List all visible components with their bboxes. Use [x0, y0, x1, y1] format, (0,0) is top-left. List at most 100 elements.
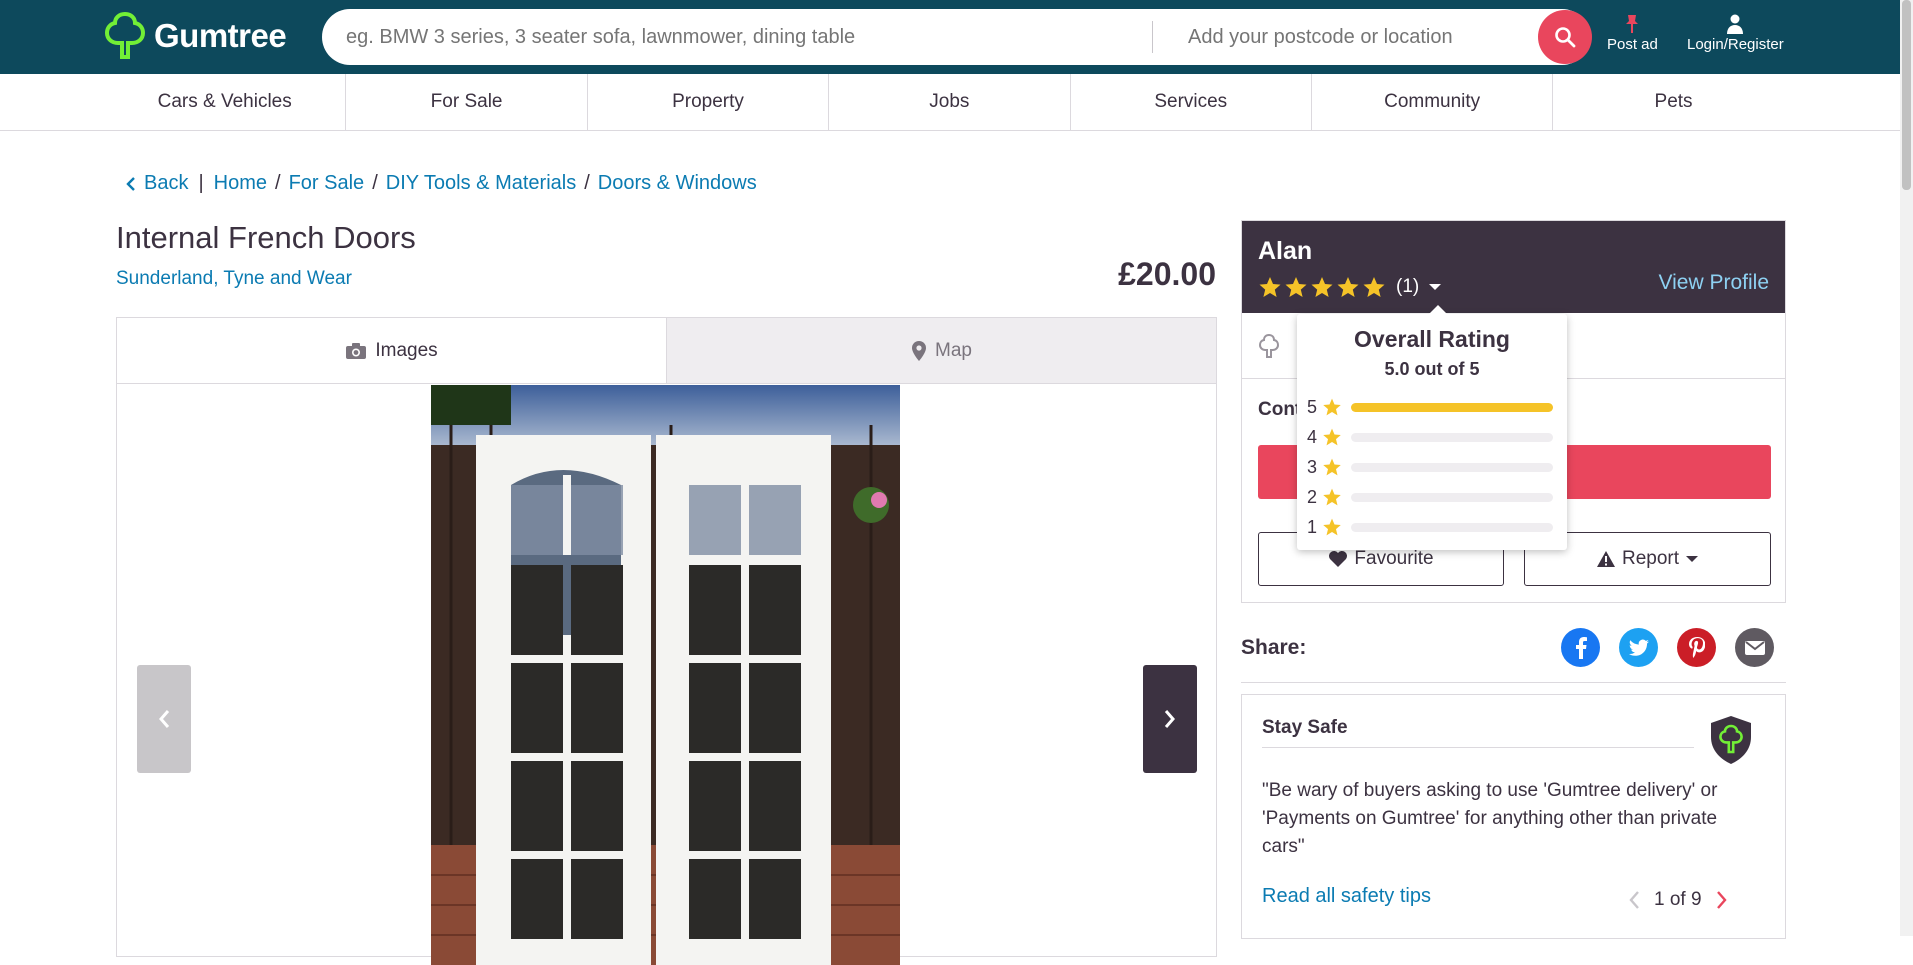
rating-row-stars: 2 [1307, 486, 1318, 507]
chevron-right-icon[interactable] [1716, 890, 1728, 910]
rating-row-stars: 4 [1307, 426, 1318, 447]
report-label: Report [1621, 548, 1680, 569]
french-doors-image [431, 385, 900, 965]
star-icon [1323, 428, 1341, 446]
favourite-label: Favourite [1354, 548, 1434, 569]
star-icon [1323, 398, 1341, 416]
nav-item-property[interactable]: Property [586, 74, 828, 130]
tips-pager: 1 of 9 [1628, 889, 1728, 911]
share-divider [1241, 682, 1786, 683]
seller-name: Alan [1258, 237, 1313, 265]
breadcrumb: Back | Home / For Sale / DIY Tools & Mat… [126, 172, 757, 195]
seller-rating[interactable]: (1) [1258, 275, 1443, 299]
listing-price: £20.00 [1118, 256, 1216, 292]
caret-down-icon [1686, 556, 1699, 562]
nav-item-jobs[interactable]: Jobs [828, 74, 1069, 130]
location-input[interactable] [1186, 9, 1486, 65]
nav-item-cars-vehicles[interactable]: Cars & Vehicles [104, 74, 345, 130]
tab-map[interactable]: Map [666, 318, 1216, 383]
stay-safe-panel: Stay Safe "Be wary of buyers asking to u… [1241, 694, 1786, 939]
back-label: Back [144, 172, 189, 194]
gumtree-logo[interactable]: Gumtree [104, 10, 287, 62]
rating-popover: Overall Rating 5.0 out of 5 5 4 3 2 1 [1297, 305, 1567, 550]
listing-location[interactable]: Sunderland, Tyne and Wear [116, 268, 352, 290]
chevron-left-icon [159, 710, 170, 728]
email-icon [1744, 640, 1765, 655]
tab-images[interactable]: Images [117, 318, 666, 383]
breadcrumb-diy-tools[interactable]: DIY Tools & Materials [386, 172, 576, 195]
post-ad-label: Post ad [1607, 36, 1658, 53]
page-scrollbar[interactable] [1900, 0, 1913, 936]
pin-icon [1626, 15, 1639, 33]
user-icon [1727, 14, 1744, 34]
safety-tips-link[interactable]: Read all safety tips [1262, 885, 1431, 908]
breadcrumb-home[interactable]: Home [214, 172, 267, 195]
top-header: Gumtree Post ad Login/Register [0, 0, 1900, 74]
caret-down-icon [1429, 284, 1442, 290]
image-gallery: Images Map [116, 317, 1217, 965]
breadcrumb-doors-windows[interactable]: Doors & Windows [598, 172, 757, 195]
rating-row: 4 [1307, 422, 1557, 452]
pinterest-share-button[interactable] [1677, 628, 1716, 667]
warning-icon [1596, 551, 1615, 567]
chevron-left-icon[interactable] [1628, 890, 1640, 910]
nav-item-services[interactable]: Services [1069, 74, 1311, 130]
listing-photo[interactable] [431, 385, 900, 965]
star-icon [1363, 277, 1385, 297]
tab-images-label: Images [375, 339, 438, 361]
twitter-share-button[interactable] [1619, 628, 1658, 667]
rating-count: (1) [1396, 276, 1420, 297]
rating-row: 1 [1307, 512, 1557, 542]
breadcrumb-separator: / [372, 172, 378, 194]
nav-item-for-sale[interactable]: For Sale [345, 74, 586, 130]
breadcrumb-bar: | [198, 172, 204, 194]
logo-text: Gumtree [154, 17, 287, 54]
stay-safe-tip: "Be wary of buyers asking to use 'Gumtre… [1262, 780, 1718, 857]
contact-label: Cont [1258, 399, 1302, 420]
star-icon [1285, 277, 1307, 297]
tree-logo-icon [104, 11, 146, 59]
stay-safe-rule [1262, 747, 1694, 748]
stay-safe-title: Stay Safe [1262, 717, 1348, 738]
star-icon [1323, 488, 1341, 506]
star-icon [1259, 277, 1281, 297]
star-icon [1323, 518, 1341, 536]
star-icon [1311, 277, 1333, 297]
post-ad-button[interactable]: Post ad [1607, 14, 1658, 53]
rating-row-stars: 5 [1307, 396, 1318, 417]
search-button[interactable] [1538, 10, 1592, 64]
back-link[interactable]: Back [126, 172, 188, 195]
nav-item-community[interactable]: Community [1310, 74, 1552, 130]
rating-bar-fill [1351, 402, 1553, 412]
login-register-button[interactable]: Login/Register [1687, 14, 1784, 53]
prev-image-button[interactable] [137, 665, 191, 773]
chevron-left-icon [126, 176, 135, 191]
scrollbar-thumb[interactable] [1902, 0, 1911, 190]
facebook-icon [1575, 636, 1587, 659]
view-profile-link[interactable]: View Profile [1659, 271, 1770, 295]
rating-row: 5 [1307, 392, 1557, 422]
rating-breakdown: 5 4 3 2 1 [1307, 392, 1557, 542]
facebook-share-button[interactable] [1561, 628, 1600, 667]
star-icon [1323, 458, 1341, 476]
gallery-tabs: Images Map [117, 318, 1216, 384]
next-image-button[interactable] [1143, 665, 1197, 773]
search-divider [1152, 21, 1153, 53]
listing-title: Internal French Doors [116, 220, 416, 255]
search-input[interactable] [344, 9, 1164, 65]
chevron-right-icon [1164, 710, 1175, 728]
popover-subtitle: 5.0 out of 5 [1384, 359, 1480, 379]
rating-bar [1351, 492, 1553, 502]
breadcrumb-separator: / [275, 172, 281, 194]
rating-row-stars: 1 [1307, 516, 1318, 537]
email-share-button[interactable] [1735, 628, 1774, 667]
nav-item-pets[interactable]: Pets [1552, 74, 1793, 130]
tab-map-label: Map [935, 339, 972, 361]
category-nav: Cars & Vehicles For Sale Property Jobs S… [0, 74, 1900, 131]
breadcrumb-for-sale[interactable]: For Sale [289, 172, 365, 195]
pinterest-icon [1688, 636, 1705, 658]
star-icon [1337, 277, 1359, 297]
search-bar [322, 9, 1592, 65]
tree-icon [1258, 333, 1280, 358]
seller-header: Alan (1) View Profile [1242, 221, 1785, 313]
